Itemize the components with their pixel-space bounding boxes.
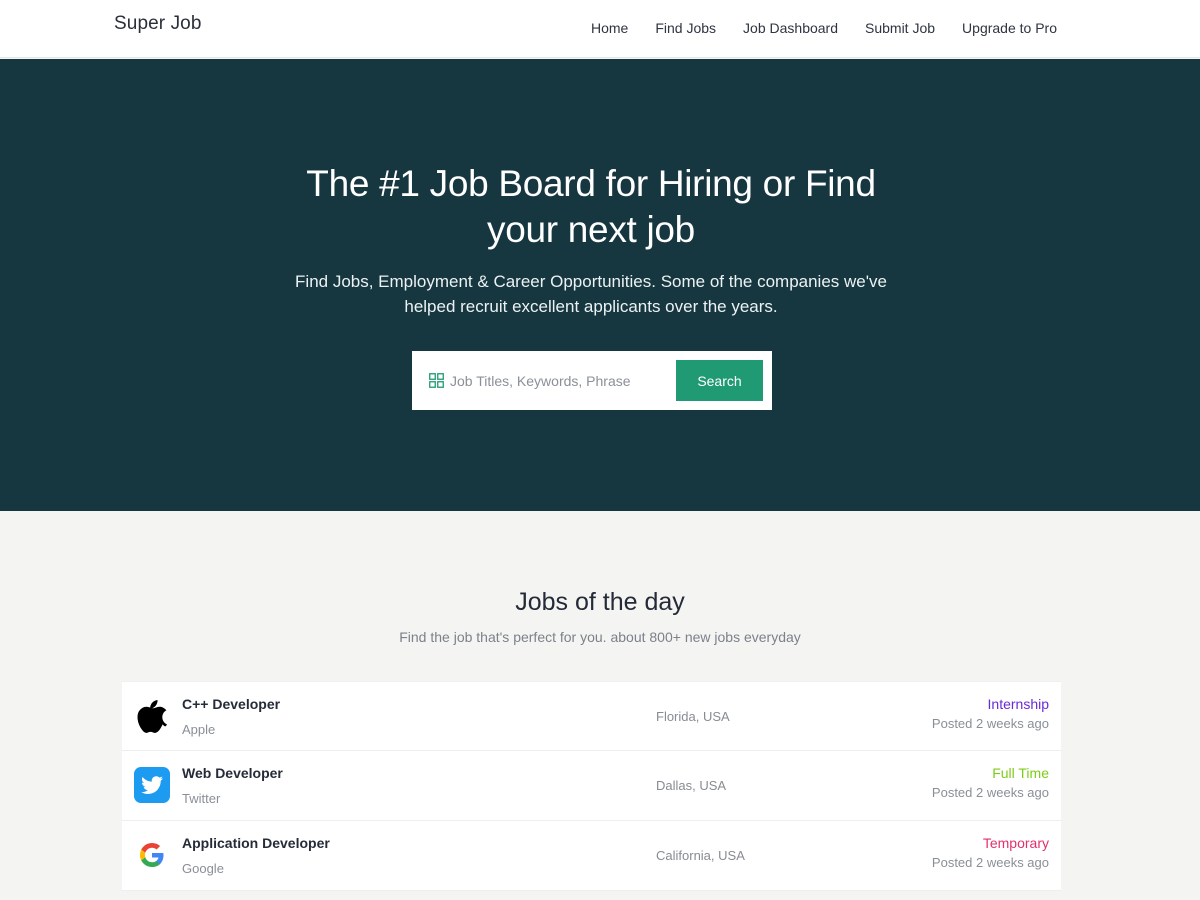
twitter-icon (134, 767, 170, 803)
job-company: Google (182, 861, 224, 876)
job-company: Apple (182, 722, 216, 737)
job-type-badge: Full Time (992, 765, 1049, 781)
search-bar: Search (412, 351, 772, 410)
job-posted-date: Posted 2 weeks ago (931, 855, 1049, 870)
job-title[interactable]: Application Developer (182, 835, 330, 851)
google-icon (134, 837, 170, 873)
nav-find-jobs[interactable]: Find Jobs (655, 20, 716, 36)
job-posted-date: Posted 2 weeks ago (931, 785, 1049, 800)
jobs-section-subtitle: Find the job that's perfect for you. abo… (399, 629, 801, 645)
search-input[interactable] (450, 367, 670, 395)
nav-home[interactable]: Home (591, 20, 628, 36)
job-type-badge: Internship (987, 696, 1049, 712)
hero-section: The #1 Job Board for Hiring or Find your… (0, 59, 1200, 511)
job-title[interactable]: Web Developer (182, 765, 283, 781)
search-button[interactable]: Search (676, 360, 763, 401)
job-location: Florida, USA (656, 709, 730, 724)
job-row[interactable]: C++ Developer Apple Florida, USA Interns… (122, 681, 1061, 751)
jobs-section-title: Jobs of the day (515, 588, 685, 616)
job-title[interactable]: C++ Developer (182, 696, 280, 712)
top-navbar: Super Job Home Find Jobs Job Dashboard S… (0, 0, 1200, 58)
job-posted-date: Posted 2 weeks ago (931, 716, 1049, 731)
hero-subtitle: Find Jobs, Employment & Career Opportuni… (295, 272, 887, 316)
job-company: Twitter (182, 791, 221, 806)
main-nav: Home Find Jobs Job Dashboard Submit Job … (591, 20, 1057, 36)
grid-icon (429, 373, 444, 388)
job-location: California, USA (656, 848, 745, 863)
apple-icon (134, 698, 170, 734)
site-logo-text[interactable]: Super Job (114, 13, 202, 35)
job-row[interactable]: Web Developer Twitter Dallas, USA Full T… (122, 751, 1061, 821)
job-row[interactable]: Application Developer Google California,… (122, 821, 1061, 891)
nav-submit-job[interactable]: Submit Job (865, 20, 935, 36)
nav-upgrade-pro[interactable]: Upgrade to Pro (962, 20, 1057, 36)
job-type-badge: Temporary (982, 835, 1049, 851)
nav-job-dashboard[interactable]: Job Dashboard (743, 20, 838, 36)
job-location: Dallas, USA (656, 778, 727, 793)
hero-title: The #1 Job Board for Hiring or Find your… (306, 163, 876, 250)
job-list: C++ Developer Apple Florida, USA Interns… (122, 681, 1061, 891)
